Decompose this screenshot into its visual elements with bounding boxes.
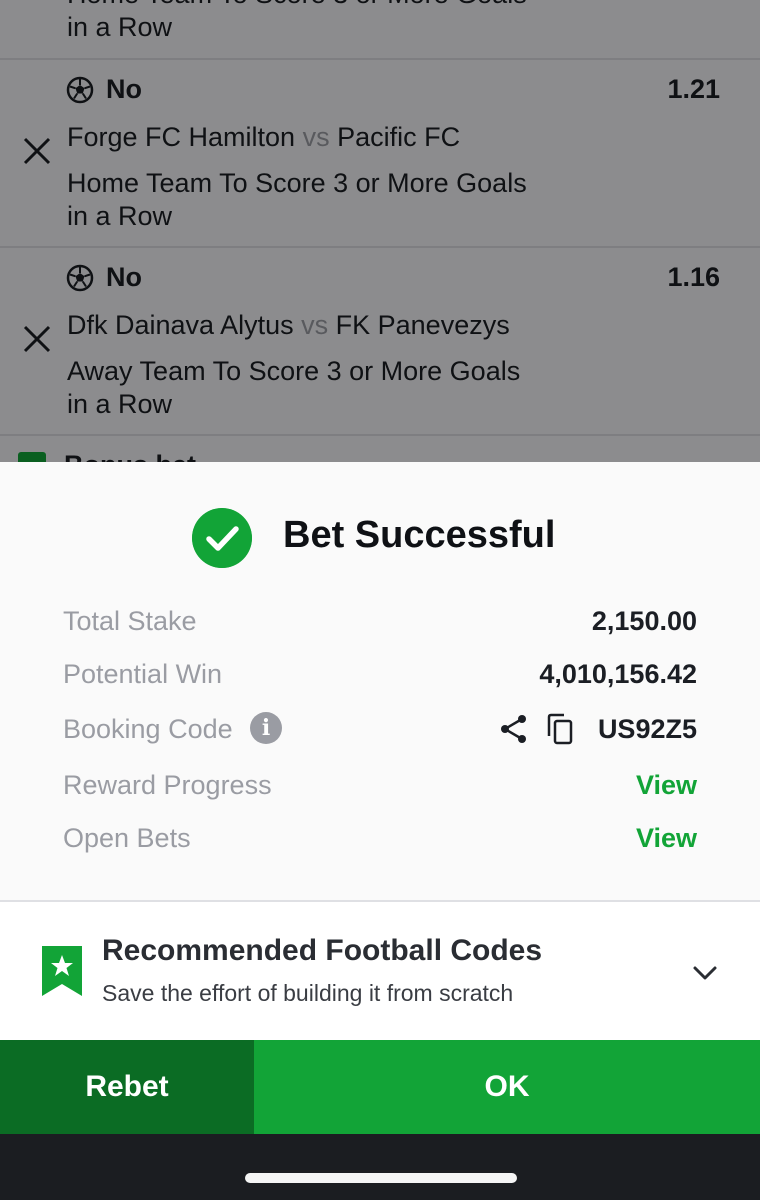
reward-progress-view-link[interactable]: View [636,770,697,801]
recommended-codes-panel[interactable]: Recommended Football Codes Save the effo… [0,902,760,1040]
bookmark-star-icon [42,946,82,996]
potential-win-label: Potential Win [63,659,223,689]
total-stake-value: 2,150.00 [591,606,697,636]
open-bets-label: Open Bets [63,823,191,853]
booking-code-row: Booking Code i US92Z5 [63,710,697,750]
potential-win-row: Potential Win 4,010,156.42 [63,655,697,695]
check-circle-icon [192,508,252,568]
copy-icon[interactable] [545,712,575,746]
booking-code-value[interactable]: US92Z5 [598,714,697,745]
open-bets-row: Open Bets View [63,819,697,859]
info-icon[interactable]: i [250,712,282,744]
modal-overlay[interactable] [0,0,760,462]
rebet-button[interactable]: Rebet [0,1040,254,1134]
total-stake-row: Total Stake 2,150.00 [63,602,697,642]
reward-progress-label: Reward Progress [63,770,272,800]
reward-progress-row: Reward Progress View [63,766,697,806]
bet-success-sheet: Bet Successful Total Stake 2,150.00 Pote… [0,462,760,1040]
home-indicator [245,1173,517,1183]
share-icon[interactable] [499,713,529,745]
open-bets-view-link[interactable]: View [636,823,697,854]
potential-win-value: 4,010,156.42 [539,659,697,689]
booking-code-label: Booking Code [63,714,233,744]
bet-slip-background: Home Team To Score 3 or More Goals in a … [0,0,760,462]
total-stake-label: Total Stake [63,606,197,636]
recommended-subtitle: Save the effort of building it from scra… [102,980,514,1006]
success-header: Bet Successful [0,508,760,568]
chevron-down-icon[interactable] [690,958,720,988]
recommended-title: Recommended Football Codes [102,934,543,967]
success-title: Bet Successful [283,514,556,556]
ok-button[interactable]: OK [254,1040,760,1134]
